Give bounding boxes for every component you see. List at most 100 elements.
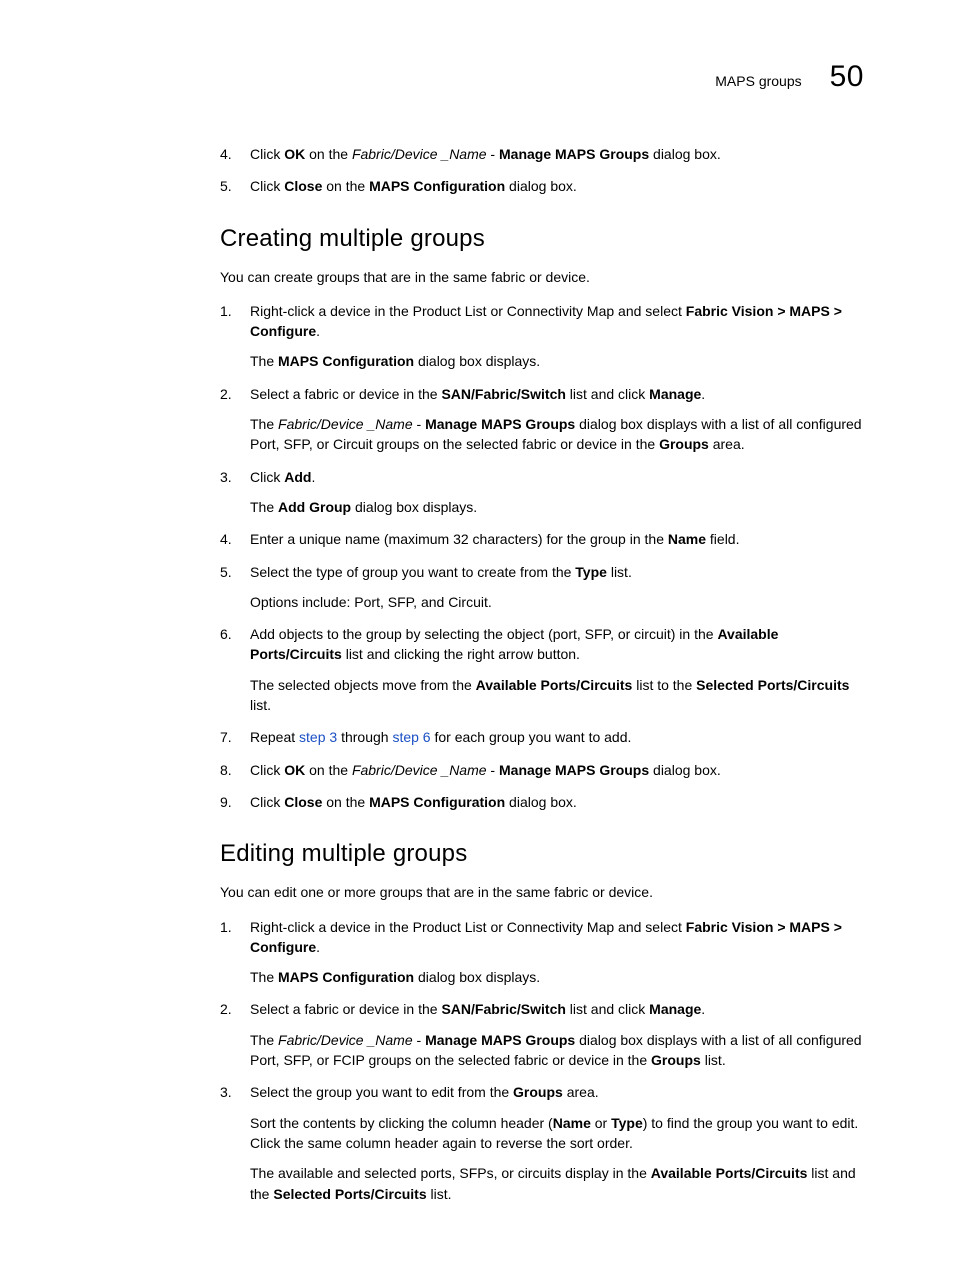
text-run: Enter a unique name (maximum 32 characte… — [250, 531, 668, 547]
step-number: 4. — [220, 144, 232, 164]
text-run: Name — [668, 531, 706, 547]
text-run: The — [250, 353, 278, 369]
list-item: 4. Click OK on the Fabric/Device _Name - … — [220, 144, 864, 164]
text-run: . — [316, 323, 320, 339]
text-run: through — [337, 729, 392, 745]
text-run: Name — [553, 1115, 591, 1131]
text-run: Close — [284, 178, 322, 194]
text-run: Manage — [649, 386, 701, 402]
text-run: list. — [250, 697, 271, 713]
step-followup: Sort the contents by clicking the column… — [250, 1113, 864, 1154]
list-item: 9.Click Close on the MAPS Configuration … — [220, 792, 864, 812]
text-run: list and clicking the right arrow button… — [342, 646, 580, 662]
text-run[interactable]: step 3 — [299, 729, 337, 745]
step-number: 9. — [220, 792, 232, 812]
text-run: - — [413, 416, 425, 432]
text-run: Add objects to the group by selecting th… — [250, 626, 717, 642]
text-run: Select the group you want to edit from t… — [250, 1084, 513, 1100]
text-run: or — [591, 1115, 611, 1131]
step-number: 5. — [220, 176, 232, 196]
header-section-label: MAPS groups — [715, 73, 801, 89]
text-run: OK — [284, 146, 305, 162]
section-intro: You can edit one or more groups that are… — [220, 882, 864, 902]
text-run: dialog box displays. — [414, 969, 540, 985]
list-item: 4. Enter a unique name (maximum 32 charac… — [220, 529, 864, 549]
page-header: MAPS groups 50 — [220, 60, 864, 94]
text-run: The — [250, 1032, 278, 1048]
text-run: dialog box displays. — [414, 353, 540, 369]
list-item: 5.Click Close on the MAPS Configuration … — [220, 176, 864, 196]
text-run: area. — [563, 1084, 599, 1100]
step-followup: Options include: Port, SFP, and Circuit. — [250, 592, 864, 612]
step-text: Click OK on the Fabric/Device _Name - Ma… — [250, 144, 864, 164]
text-run: Repeat — [250, 729, 299, 745]
step-number: 5. — [220, 562, 232, 582]
text-run: on the — [322, 178, 369, 194]
text-run: Manage MAPS Groups — [425, 1032, 575, 1048]
step-text: Right-click a device in the Product List… — [250, 917, 864, 958]
step-number: 3. — [220, 1082, 232, 1102]
step-followup: The available and selected ports, SFPs, … — [250, 1163, 864, 1204]
step-followup: The MAPS Configuration dialog box displa… — [250, 967, 864, 987]
text-run: list. — [701, 1052, 726, 1068]
text-run: area. — [709, 436, 745, 452]
section1-steps-list: 1.Right-click a device in the Product Li… — [220, 301, 864, 812]
text-run: MAPS Configuration — [369, 178, 505, 194]
step-number: 8. — [220, 760, 232, 780]
text-run: list. — [607, 564, 632, 580]
header-page-number: 50 — [830, 60, 864, 94]
text-run: Fabric/Device _Name — [352, 146, 487, 162]
step-text: Select a fabric or device in the SAN/Fab… — [250, 999, 864, 1019]
list-item: 3.Click Add.The Add Group dialog box dis… — [220, 467, 864, 518]
step-text: Click Add. — [250, 467, 864, 487]
text-run: Available Ports/Circuits — [651, 1165, 808, 1181]
section-heading-editing: Editing multiple groups — [220, 840, 864, 868]
step-number: 4. — [220, 529, 232, 549]
text-run: Select a fabric or device in the — [250, 1001, 441, 1017]
step-text: Select the type of group you want to cre… — [250, 562, 864, 582]
text-run: . — [311, 469, 315, 485]
text-run: Fabric/Device _Name — [278, 416, 413, 432]
text-run: Options include: Port, SFP, and Circuit. — [250, 594, 492, 610]
text-run: MAPS Configuration — [278, 353, 414, 369]
list-item: 8. Click OK on the Fabric/Device _Name - … — [220, 760, 864, 780]
step-number: 2. — [220, 999, 232, 1019]
list-item: 2. Select a fabric or device in the SAN/F… — [220, 384, 864, 455]
text-run: list and click — [566, 386, 649, 402]
list-item: 1.Right-click a device in the Product Li… — [220, 301, 864, 372]
step-number: 1. — [220, 301, 232, 321]
text-run: Click — [250, 762, 284, 778]
step-number: 2. — [220, 384, 232, 404]
step-text: Repeat step 3 through step 6 for each gr… — [250, 727, 864, 747]
text-run: on the — [305, 762, 352, 778]
text-run: Manage MAPS Groups — [425, 416, 575, 432]
text-run[interactable]: step 6 — [392, 729, 430, 745]
top-steps-list: 4. Click OK on the Fabric/Device _Name - … — [220, 144, 864, 197]
text-run: The available and selected ports, SFPs, … — [250, 1165, 651, 1181]
text-run: . — [316, 939, 320, 955]
step-text: Click OK on the Fabric/Device _Name - Ma… — [250, 760, 864, 780]
text-run: for each group you want to add. — [431, 729, 632, 745]
list-item: 6.Add objects to the group by selecting … — [220, 624, 864, 715]
step-followup: The Fabric/Device _Name - Manage MAPS Gr… — [250, 414, 864, 455]
text-run: Close — [284, 794, 322, 810]
text-run: dialog box. — [649, 146, 721, 162]
text-run: - — [413, 1032, 425, 1048]
step-text: Add objects to the group by selecting th… — [250, 624, 864, 665]
page: MAPS groups 50 4. Click OK on the Fabric/… — [0, 0, 954, 1276]
text-run: list and click — [566, 1001, 649, 1017]
text-run: Groups — [513, 1084, 563, 1100]
text-run: The selected objects move from the — [250, 677, 476, 693]
text-run: Click — [250, 178, 284, 194]
section-intro: You can create groups that are in the sa… — [220, 267, 864, 287]
text-run: Available Ports/Circuits — [476, 677, 633, 693]
text-run: SAN/Fabric/Switch — [441, 1001, 565, 1017]
step-text: Select a fabric or device in the SAN/Fab… — [250, 384, 864, 404]
list-item: 3. Select the group you want to edit from… — [220, 1082, 864, 1203]
text-run: list. — [427, 1186, 452, 1202]
text-run: field. — [706, 531, 739, 547]
text-run: The — [250, 416, 278, 432]
text-run: Manage — [649, 1001, 701, 1017]
text-run: Type — [611, 1115, 643, 1131]
text-run: - — [487, 146, 499, 162]
